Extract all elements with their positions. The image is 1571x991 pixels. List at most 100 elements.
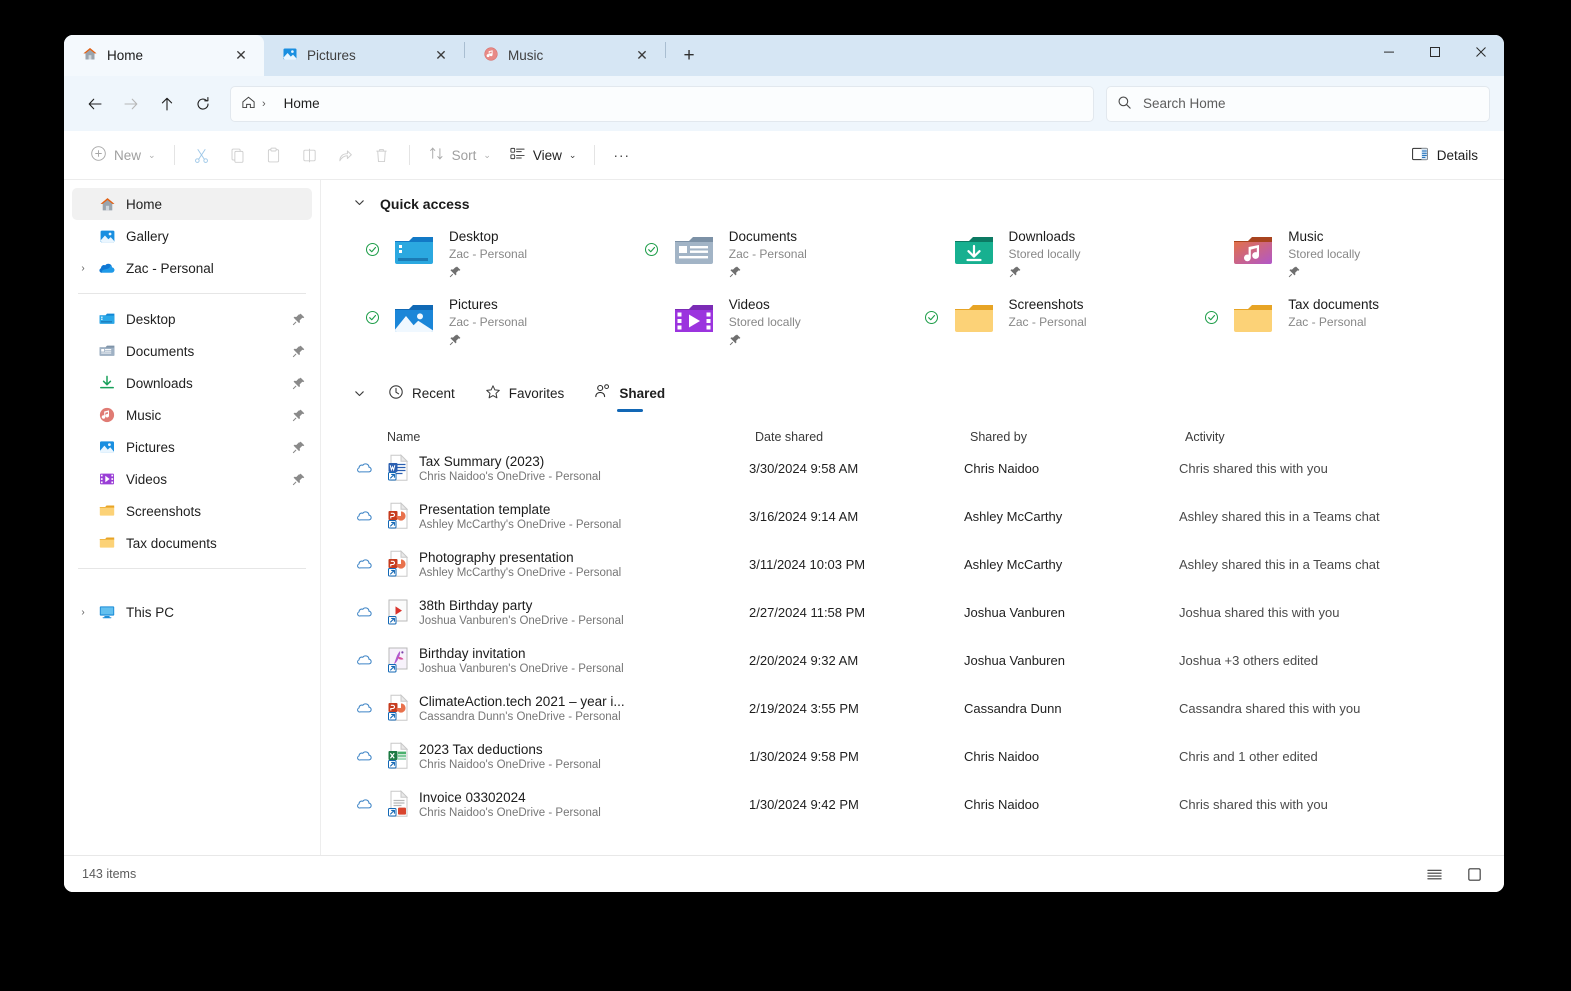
table-row[interactable]: Tax Summary (2023) Chris Naidoo's OneDri… — [339, 444, 1504, 492]
tab-pictures[interactable]: Pictures ✕ — [264, 35, 464, 76]
maximize-button[interactable] — [1412, 35, 1458, 69]
file-date-shared: 2/27/2024 11:58 PM — [749, 604, 866, 620]
new-button[interactable]: New ⌄ — [82, 139, 164, 171]
sidebar-item-gallery[interactable]: Gallery — [72, 220, 312, 252]
forward-button[interactable] — [114, 87, 148, 121]
breadcrumb-home-icon[interactable] — [241, 95, 256, 113]
copy-icon[interactable] — [221, 139, 255, 171]
tab-shared[interactable]: Shared — [586, 378, 673, 412]
file-date-shared: 3/30/2024 9:58 AM — [749, 460, 859, 476]
share-icon[interactable] — [329, 139, 363, 171]
more-options-button[interactable]: ··· — [605, 139, 638, 171]
sort-button[interactable]: Sort ⌄ — [420, 139, 499, 171]
view-button[interactable]: View ⌄ — [501, 139, 585, 171]
breadcrumb[interactable]: › Home — [230, 85, 1094, 122]
tab-music-label: Music — [508, 48, 544, 63]
tab-music[interactable]: Music ✕ — [465, 35, 665, 76]
refresh-button[interactable] — [186, 87, 220, 121]
sidebar-item-screenshots[interactable]: Screenshots — [72, 495, 312, 527]
sort-icon — [428, 145, 445, 165]
pin-icon[interactable] — [286, 440, 312, 454]
pin-icon[interactable] — [286, 408, 312, 422]
table-row[interactable]: Birthday invitation Joshua Vanburen's On… — [339, 636, 1504, 684]
tab-pictures-close-icon[interactable]: ✕ — [430, 45, 452, 67]
quick-access-item-documents[interactable]: Documents Zac - Personal — [641, 226, 921, 288]
tab-home[interactable]: Home ✕ — [64, 35, 264, 76]
sidebar-item-onedrive[interactable]: › Zac - Personal — [72, 252, 312, 284]
tab-home-label: Home — [107, 48, 144, 63]
quick-access-item-downloads[interactable]: Downloads Stored locally — [921, 226, 1201, 288]
sidebar-item-downloads[interactable]: Downloads — [72, 367, 312, 399]
pin-icon[interactable] — [286, 312, 312, 326]
quick-access-item-tax-documents[interactable]: Tax documents Zac - Personal — [1200, 294, 1480, 356]
sync-spacer — [641, 294, 663, 310]
sidebar-item-documents[interactable]: Documents — [72, 335, 312, 367]
pin-icon — [449, 265, 527, 283]
file-title: Photography presentation — [419, 549, 574, 565]
quick-access-item-desktop[interactable]: Desktop Zac - Personal — [361, 226, 641, 288]
cut-icon[interactable] — [185, 139, 219, 171]
column-header-name[interactable]: Name — [387, 430, 755, 444]
quick-access-item-pictures[interactable]: Pictures Zac - Personal — [361, 294, 641, 356]
sidebar-item-pictures[interactable]: Pictures — [72, 431, 312, 463]
pin-icon[interactable] — [286, 472, 312, 486]
quick-access-item-name: Videos — [728, 297, 770, 312]
table-row[interactable]: Presentation template Ashley McCarthy's … — [339, 492, 1504, 540]
file-activity: Chris shared this with you — [1179, 460, 1328, 476]
file-location: Chris Naidoo's OneDrive - Personal — [419, 758, 601, 771]
new-tab-button[interactable]: + — [672, 41, 706, 71]
cloud-icon — [349, 604, 379, 621]
chevron-down-icon[interactable] — [353, 387, 366, 403]
quick-access-header[interactable]: Quick access — [353, 196, 1504, 212]
rename-icon[interactable] — [293, 139, 327, 171]
table-row[interactable]: ClimateAction.tech 2021 – year i... Cass… — [339, 684, 1504, 732]
details-pane-button[interactable]: Details — [1403, 139, 1486, 171]
table-row[interactable]: 38th Birthday party Joshua Vanburen's On… — [339, 588, 1504, 636]
details-view-icon[interactable] — [1422, 862, 1446, 886]
tab-home-close-icon[interactable]: ✕ — [230, 45, 252, 67]
chevron-down-icon[interactable] — [353, 196, 366, 212]
sidebar-item-tax-documents[interactable]: Tax documents — [72, 527, 312, 559]
quick-access-tax-documents-text: Tax documents Zac - Personal — [1288, 294, 1379, 329]
sidebar-item-downloads-label: Downloads — [126, 375, 193, 391]
sidebar-item-home[interactable]: Home — [72, 188, 312, 220]
quick-access-item-sub: Zac - Personal — [449, 315, 528, 329]
tab-music-close-icon[interactable]: ✕ — [631, 45, 653, 67]
quick-access-item-screenshots[interactable]: Screenshots Zac - Personal — [921, 294, 1201, 356]
column-header-date-shared[interactable]: Date shared — [755, 430, 970, 444]
navigation-pane: Home Gallery › Zac - Personal Desktop Do… — [64, 180, 321, 855]
quick-access-item-music[interactable]: Music Stored locally — [1200, 226, 1480, 288]
chevron-right-icon[interactable]: › — [72, 263, 94, 274]
pin-icon[interactable] — [286, 344, 312, 358]
file-name-cell: Birthday invitation Joshua Vanburen's On… — [417, 646, 749, 675]
quick-access-item-videos[interactable]: Videos Stored locally — [641, 294, 921, 356]
sync-check-icon — [361, 294, 383, 325]
sidebar-divider-1 — [78, 293, 306, 294]
up-button[interactable] — [150, 87, 184, 121]
column-header-shared-by[interactable]: Shared by — [970, 430, 1185, 444]
delete-icon[interactable] — [365, 139, 399, 171]
tab-favorites[interactable]: Favorites — [477, 379, 573, 412]
table-row[interactable]: Photography presentation Ashley McCarthy… — [339, 540, 1504, 588]
chevron-right-icon[interactable]: › — [72, 607, 94, 618]
table-row[interactable]: Invoice 03302024 Chris Naidoo's OneDrive… — [339, 780, 1504, 828]
tab-recent[interactable]: Recent — [380, 379, 463, 412]
sidebar-item-this-pc[interactable]: › This PC — [72, 596, 312, 628]
sidebar-item-desktop[interactable]: Desktop — [72, 303, 312, 335]
sidebar-item-videos[interactable]: Videos — [72, 463, 312, 495]
table-row[interactable]: 2023 Tax deductions Chris Naidoo's OneDr… — [339, 732, 1504, 780]
paste-icon[interactable] — [257, 139, 291, 171]
word-file-icon — [379, 454, 417, 482]
file-shared-by: Chris Naidoo — [964, 748, 1040, 764]
file-activity: Chris shared this with you — [1179, 796, 1328, 812]
tab-divider-2 — [665, 41, 666, 58]
pin-icon[interactable] — [286, 376, 312, 390]
search-input[interactable]: Search Home — [1106, 85, 1490, 122]
sidebar-item-music[interactable]: Music — [72, 399, 312, 431]
column-header-activity[interactable]: Activity — [1185, 430, 1504, 444]
file-date-shared: 1/30/2024 9:42 PM — [749, 796, 859, 812]
minimize-button[interactable] — [1366, 35, 1412, 69]
close-button[interactable] — [1458, 35, 1504, 69]
tiles-view-icon[interactable] — [1462, 862, 1486, 886]
back-button[interactable] — [78, 87, 112, 121]
